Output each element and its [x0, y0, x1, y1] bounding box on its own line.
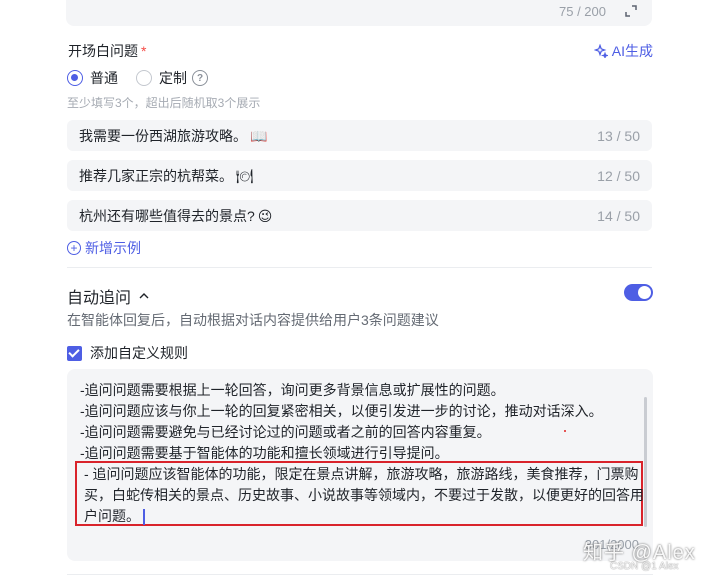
system-prompt-field-bottom[interactable]: 75 / 200 — [66, 0, 652, 26]
highlighted-rule-box: - 追问问题应该智能体的功能，限定在景点讲解，旅游攻略，旅游路线，美食推荐，门票… — [75, 461, 644, 526]
expand-icon[interactable] — [624, 4, 638, 18]
question-char-count: 13 / 50 — [597, 127, 640, 144]
plate-emoji-icon: 🍽 — [236, 168, 254, 185]
checkbox-checked-icon — [67, 345, 82, 361]
textarea-scrollbar[interactable] — [644, 397, 647, 527]
opening-questions-title: 开场白问题 * — [68, 43, 147, 59]
sparkle-icon — [593, 44, 608, 58]
radio-custom[interactable]: 定制 ? — [136, 68, 208, 88]
rule-line: -追问问题需要基于智能体的功能和擅长领域进行引导提问。 — [80, 445, 449, 461]
text-caret — [143, 509, 145, 526]
auto-follow-description: 在智能体回复后，自动根据对话内容提供给用户3条问题建议 — [67, 312, 439, 328]
ai-generate-button[interactable]: AI生成 — [593, 41, 653, 61]
chevron-up-icon — [139, 293, 149, 299]
opening-question-item[interactable]: 我需要一份西湖旅游攻略。 📖 13 / 50 — [67, 120, 652, 151]
plus-circle-icon: + — [67, 241, 81, 255]
bottom-divider — [67, 574, 653, 575]
auto-follow-toggle[interactable] — [624, 284, 653, 301]
custom-rule-checkbox[interactable]: 添加自定义规则 — [67, 343, 188, 363]
question-char-count: 12 / 50 — [597, 167, 640, 184]
rule-line: -追问问题需要避免与已经讨论过的问题或者之前的回答内容重复。 — [80, 424, 491, 440]
char-count: 75 / 200 — [559, 4, 606, 19]
rule-line: -追问问题需要根据上一轮回答，询问更多背景信息或扩展性的问题。 — [80, 382, 505, 398]
radio-checked-icon — [67, 70, 83, 86]
opening-hint: 至少填写3个，超出后随机取3个展示 — [67, 96, 261, 110]
custom-rules-textarea[interactable]: -追问问题需要根据上一轮回答，询问更多背景信息或扩展性的问题。 -追问问题应该与… — [67, 369, 653, 561]
annotation-dot — [564, 430, 566, 432]
opening-question-item[interactable]: 杭州还有哪些值得去的景点? 😉 14 / 50 — [67, 200, 652, 231]
radio-unchecked-icon — [136, 70, 152, 86]
wink-emoji-icon: 😉 — [257, 208, 273, 225]
highlighted-rule-text: - 追问问题应该智能体的功能，限定在景点讲解，旅游攻略，旅游路线，美食推荐，门票… — [84, 466, 644, 524]
section-divider — [67, 267, 652, 268]
add-example-button[interactable]: + 新增示例 — [67, 238, 141, 258]
opening-question-item[interactable]: 推荐几家正宗的杭帮菜。 🍽 12 / 50 — [67, 160, 652, 191]
auto-follow-title[interactable]: 自动追问 — [67, 284, 149, 308]
rule-line: -追问问题应该与你上一轮的回复紧密相关，以便引发进一步的讨论，推动对话深入。 — [80, 403, 603, 419]
opening-mode-radio-group: 普通 定制 ? — [67, 68, 208, 88]
required-mark: * — [141, 43, 147, 59]
question-char-count: 14 / 50 — [597, 207, 640, 224]
help-icon[interactable]: ? — [192, 70, 208, 86]
radio-normal[interactable]: 普通 — [67, 68, 118, 88]
book-emoji-icon: 📖 — [250, 128, 268, 145]
watermark-sub: CSDN @1 Alex — [610, 561, 679, 572]
